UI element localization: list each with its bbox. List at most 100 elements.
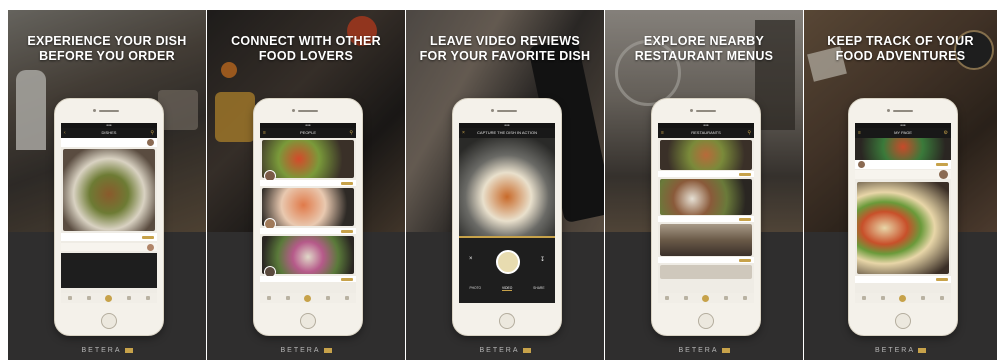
follow-button[interactable] — [341, 181, 353, 185]
dish-photo[interactable] — [262, 140, 354, 178]
headline-line-2: BEFORE YOU ORDER — [39, 49, 175, 63]
tab-bar — [658, 293, 754, 303]
avatar[interactable] — [147, 243, 154, 251]
dish-photo[interactable] — [262, 188, 354, 226]
user-row[interactable] — [260, 276, 356, 282]
tab-video[interactable]: VIDEO — [502, 286, 513, 291]
map-tab-icon[interactable] — [326, 296, 331, 300]
home-tab-icon[interactable] — [862, 296, 867, 300]
app-bar: ≡ PEOPLE ⚲ — [260, 128, 356, 138]
restaurant-row[interactable] — [658, 257, 754, 263]
dish-photo[interactable] — [857, 182, 949, 274]
brand-footer: BETERA — [406, 347, 604, 354]
settings-icon[interactable]: ⚙ — [944, 128, 948, 138]
home-button[interactable] — [499, 313, 515, 329]
people-tab-icon[interactable] — [683, 296, 688, 300]
avatar[interactable] — [939, 170, 948, 179]
search-icon[interactable]: ⚲ — [747, 128, 751, 138]
restaurant-row[interactable] — [658, 216, 754, 222]
next-dish-preview[interactable] — [61, 253, 157, 288]
people-tab-icon[interactable] — [285, 296, 290, 300]
follow-button[interactable] — [341, 229, 353, 233]
camera-tab-icon[interactable] — [105, 294, 113, 302]
tab-bar — [855, 293, 951, 303]
follow-button[interactable] — [936, 163, 948, 166]
profile-feed[interactable] — [855, 138, 951, 293]
app-bar: ≡ MY PAGE ⚙ — [855, 128, 951, 138]
restaurant-row[interactable] — [61, 243, 157, 251]
camera-dot — [93, 109, 96, 112]
people-tab-icon[interactable] — [880, 296, 885, 300]
promo-panel-connect: CONNECT WITH OTHER FOOD LOVERS ●●● ≡ PEO… — [207, 10, 405, 360]
fries-basket — [215, 92, 255, 142]
recording-progress — [459, 236, 555, 238]
menu-icon[interactable]: ≡ — [263, 128, 266, 138]
cover-photo — [855, 138, 951, 160]
people-tab-icon[interactable] — [86, 296, 91, 300]
search-icon[interactable]: ⚲ — [349, 128, 353, 138]
camera-tab-icon[interactable] — [702, 294, 710, 302]
home-tab-icon[interactable] — [68, 296, 73, 300]
rating-badge — [142, 235, 154, 239]
avatar[interactable] — [858, 161, 865, 168]
restaurant-row[interactable] — [658, 171, 754, 177]
user-row[interactable] — [260, 180, 356, 186]
brand-mark-icon — [124, 347, 133, 353]
close-icon[interactable]: × — [469, 256, 473, 262]
brand-wordmark: BETERA — [874, 347, 915, 354]
menu-icon[interactable]: ≡ — [858, 128, 861, 138]
user-row[interactable] — [260, 228, 356, 234]
restaurant-photo[interactable] — [660, 224, 752, 256]
camera-dot — [887, 109, 890, 112]
map-tab-icon[interactable] — [921, 296, 926, 300]
headline-line-2: FOR YOUR FAVORITE DISH — [419, 49, 591, 63]
camera-tab-icon[interactable] — [899, 294, 907, 302]
map-tab-icon[interactable] — [724, 296, 729, 300]
follow-button[interactable] — [341, 277, 353, 281]
home-tab-icon[interactable] — [665, 296, 670, 300]
dish-photo[interactable] — [262, 236, 354, 274]
back-icon[interactable]: ‹ — [64, 128, 66, 138]
tab-share[interactable]: SHARE — [533, 286, 544, 291]
dish-feed[interactable] — [61, 138, 157, 293]
headline-line-1: EXPLORE NEARBY — [643, 34, 765, 48]
location-row — [855, 170, 951, 179]
camera-tab-icon[interactable] — [304, 294, 312, 302]
profile-tab-icon[interactable] — [145, 296, 150, 300]
camera-viewfinder[interactable] — [459, 138, 555, 236]
restaurant-photo[interactable] — [660, 140, 752, 170]
phone-mockup: ●●● ≡ PEOPLE ⚲ — [253, 98, 363, 336]
home-button[interactable] — [101, 313, 117, 329]
record-button[interactable] — [496, 250, 520, 274]
profile-tab-icon[interactable] — [939, 296, 944, 300]
close-icon[interactable]: × — [462, 128, 465, 138]
restaurant-photo[interactable] — [660, 265, 752, 279]
download-icon[interactable]: ↧ — [540, 256, 545, 263]
speaker-slot — [298, 110, 318, 112]
brand-footer: BETERA — [8, 347, 206, 354]
home-button[interactable] — [300, 313, 316, 329]
map-tab-icon[interactable] — [127, 296, 132, 300]
sauce-bowl — [221, 62, 237, 78]
dish-caption — [855, 276, 951, 283]
dish-photo[interactable] — [63, 149, 155, 231]
home-tab-icon[interactable] — [267, 296, 272, 300]
phone-screen: ●●● ≡ MY PAGE ⚙ — [855, 123, 951, 303]
home-button[interactable] — [698, 313, 714, 329]
headline-line-2: RESTAURANT MENUS — [634, 49, 774, 63]
profile-row — [855, 160, 951, 169]
home-button[interactable] — [895, 313, 911, 329]
people-feed[interactable] — [260, 138, 356, 293]
chef-figure — [16, 70, 46, 150]
restaurant-photo[interactable] — [660, 179, 752, 215]
profile-tab-icon[interactable] — [742, 296, 747, 300]
speaker-slot — [696, 110, 716, 112]
restaurant-list[interactable] — [658, 138, 754, 293]
screen-title: PEOPLE — [299, 130, 316, 135]
tab-photo[interactable]: PHOTO — [469, 286, 481, 291]
camera-dot — [690, 109, 693, 112]
search-icon[interactable]: ⚲ — [150, 128, 154, 138]
profile-tab-icon[interactable] — [344, 296, 349, 300]
avatar[interactable] — [147, 139, 154, 146]
menu-icon[interactable]: ≡ — [661, 128, 664, 138]
